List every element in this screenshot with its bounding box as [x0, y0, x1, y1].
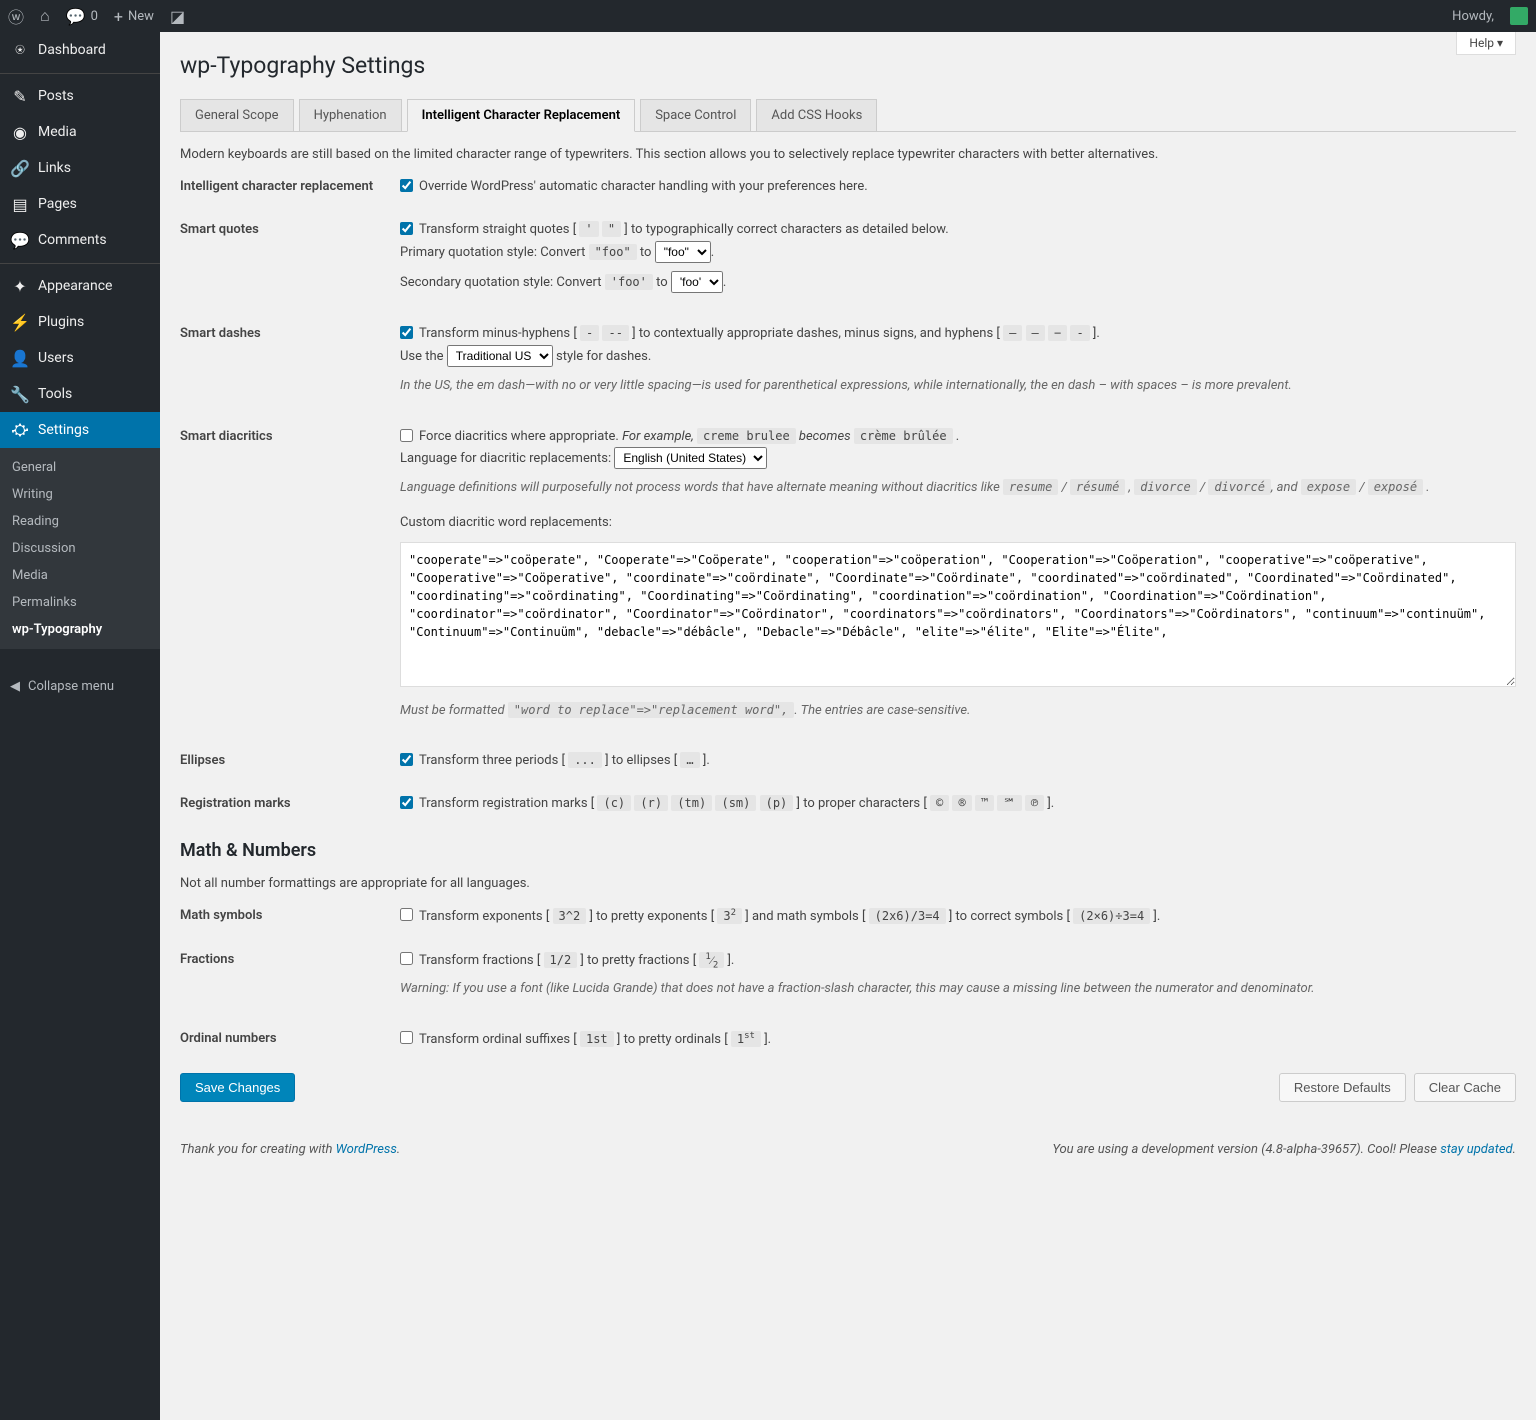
- menu-users[interactable]: 👤Users: [0, 340, 160, 376]
- submenu-permalinks[interactable]: Permalinks: [0, 589, 160, 616]
- new-link[interactable]: +New: [114, 7, 154, 26]
- howdy-link[interactable]: Howdy,: [1452, 9, 1494, 24]
- collapse-icon: ◀: [10, 679, 20, 694]
- menu-comments[interactable]: 💬Comments: [0, 222, 160, 258]
- wp-logo-icon[interactable]: ⓦ: [8, 4, 24, 28]
- menu-appearance[interactable]: ✦Appearance: [0, 268, 160, 304]
- links-icon: 🔗: [10, 158, 30, 178]
- math-intro: Not all number formattings are appropria…: [180, 876, 1516, 891]
- users-icon: 👤: [10, 348, 30, 368]
- settings-icon: ⛮: [10, 420, 30, 440]
- checkbox-override[interactable]: Override WordPress' automatic character …: [400, 177, 1516, 198]
- format-note: Must be formatted "word to replace"=>"re…: [400, 701, 1516, 722]
- pages-icon: ▤: [10, 194, 30, 214]
- dash-note: In the US, the em dash—with no or very l…: [400, 376, 1516, 397]
- fraction-warn: Warning: If you use a font (like Lucida …: [400, 979, 1516, 1000]
- submenu-discussion[interactable]: Discussion: [0, 535, 160, 562]
- label-quotes: Smart quotes: [180, 220, 400, 302]
- checkbox-force-diacritics[interactable]: Force diacritics where appropriate. For …: [400, 427, 1516, 448]
- tools-icon: 🔧: [10, 384, 30, 404]
- plugins-icon: ⚡: [10, 312, 30, 332]
- tab-intelligent-character-replacement[interactable]: Intelligent Character Replacement: [407, 99, 636, 132]
- select-primary-quote[interactable]: "foo": [655, 241, 711, 263]
- diacritic-note: Language definitions will purposefully n…: [400, 478, 1516, 499]
- media-icon: ◉: [10, 122, 30, 142]
- dashboard-icon: ⍟: [10, 40, 30, 60]
- label-dashes: Smart dashes: [180, 324, 400, 404]
- intro-text: Modern keyboards are still based on the …: [180, 147, 1516, 162]
- tab-add-css-hooks[interactable]: Add CSS Hooks: [756, 99, 877, 132]
- math-heading: Math & Numbers: [180, 840, 1516, 861]
- restore-button[interactable]: Restore Defaults: [1279, 1073, 1406, 1102]
- avatar[interactable]: [1510, 7, 1528, 25]
- select-diacritic-lang[interactable]: English (United States): [614, 447, 767, 469]
- tab-hyphenation[interactable]: Hyphenation: [299, 99, 402, 132]
- label-icr: Intelligent character replacement: [180, 177, 400, 198]
- checkbox-smart-quotes[interactable]: Transform straight quotes [ ' " ] to typ…: [400, 220, 1516, 241]
- submenu-reading[interactable]: Reading: [0, 508, 160, 535]
- label-marks: Registration marks: [180, 794, 400, 815]
- submenu-writing[interactable]: Writing: [0, 481, 160, 508]
- menu-settings[interactable]: ⛮Settings: [0, 412, 160, 448]
- label-ordinal: Ordinal numbers: [180, 1029, 400, 1051]
- textarea-custom-diacritics[interactable]: [400, 542, 1516, 687]
- menu-plugins[interactable]: ⚡Plugins: [0, 304, 160, 340]
- checkbox-marks[interactable]: Transform registration marks [ (c) (r) (…: [400, 794, 1516, 815]
- checkbox-fractions[interactable]: Transform fractions [ 1/2 ] to pretty fr…: [400, 950, 1516, 973]
- submenu-media[interactable]: Media: [0, 562, 160, 589]
- label-diacritics: Smart diacritics: [180, 427, 400, 730]
- menu-dashboard[interactable]: ⍟Dashboard: [0, 32, 160, 68]
- help-tab[interactable]: Help ▾: [1456, 32, 1516, 55]
- collapse-menu-button[interactable]: ◀Collapse menu: [0, 669, 160, 704]
- menu-media[interactable]: ◉Media: [0, 114, 160, 150]
- select-secondary-quote[interactable]: 'foo': [671, 271, 723, 293]
- appearance-icon: ✦: [10, 276, 30, 296]
- menu-tools[interactable]: 🔧Tools: [0, 376, 160, 412]
- menu-links[interactable]: 🔗Links: [0, 150, 160, 186]
- admin-topbar: ⓦ ⌂ 💬0 +New ◪ Howdy,: [0, 0, 1536, 32]
- tab-general-scope[interactable]: General Scope: [180, 99, 294, 132]
- posts-icon: ✎: [10, 86, 30, 106]
- analytics-icon[interactable]: ◪: [170, 7, 185, 26]
- home-icon[interactable]: ⌂: [40, 6, 50, 26]
- checkbox-math[interactable]: Transform exponents [ 3^2 ] to pretty ex…: [400, 906, 1516, 928]
- page-title: wp-Typography Settings: [180, 52, 1516, 79]
- clear-cache-button[interactable]: Clear Cache: [1414, 1073, 1516, 1102]
- menu-posts[interactable]: ✎Posts: [0, 78, 160, 114]
- admin-sidebar: ⍟Dashboard✎Posts◉Media🔗Links▤Pages💬Comme…: [0, 32, 160, 1420]
- comments-link[interactable]: 💬0: [66, 7, 98, 26]
- comments-icon: 💬: [10, 230, 30, 250]
- select-dash-style[interactable]: Traditional US: [447, 345, 553, 367]
- checkbox-smart-dashes[interactable]: Transform minus-hyphens [ - -- ] to cont…: [400, 324, 1516, 345]
- wordpress-link[interactable]: WordPress: [336, 1142, 397, 1157]
- label-ellipses: Ellipses: [180, 751, 400, 772]
- checkbox-ellipses[interactable]: Transform three periods [ ... ] to ellip…: [400, 751, 1516, 772]
- settings-tabs: General ScopeHyphenationIntelligent Char…: [180, 99, 1516, 132]
- submenu-wp-typography[interactable]: wp-Typography: [0, 616, 160, 643]
- checkbox-ordinal[interactable]: Transform ordinal suffixes [ 1st ] to pr…: [400, 1029, 1516, 1051]
- save-button[interactable]: Save Changes: [180, 1073, 295, 1102]
- label-fractions: Fractions: [180, 950, 400, 1008]
- submenu-general[interactable]: General: [0, 454, 160, 481]
- stay-updated-link[interactable]: stay updated: [1440, 1142, 1512, 1157]
- footer: Thank you for creating with WordPress. Y…: [180, 1142, 1516, 1157]
- label-math: Math symbols: [180, 906, 400, 928]
- menu-pages[interactable]: ▤Pages: [0, 186, 160, 222]
- content-area: Help ▾ wp-Typography Settings General Sc…: [160, 32, 1536, 1420]
- custom-diacritic-label: Custom diacritic word replacements:: [400, 513, 1516, 534]
- tab-space-control[interactable]: Space Control: [640, 99, 751, 132]
